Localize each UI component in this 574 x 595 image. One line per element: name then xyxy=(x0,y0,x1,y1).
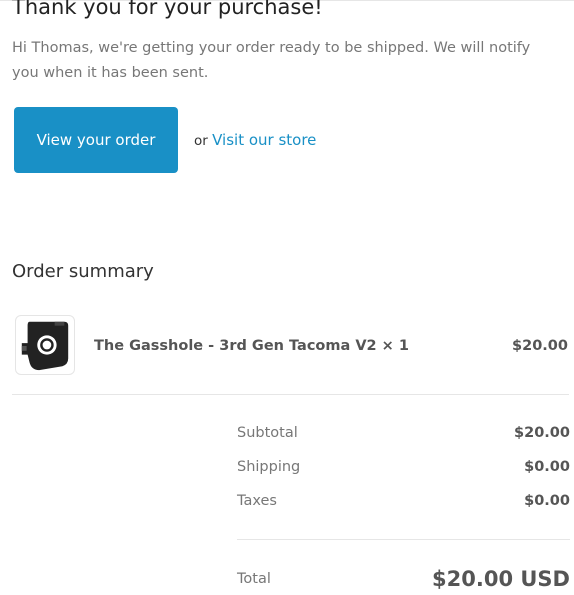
taxes-row: Taxes $0.00 xyxy=(237,490,570,512)
or-text: or xyxy=(194,133,208,149)
taxes-label: Taxes xyxy=(237,493,277,509)
totals-divider xyxy=(237,539,570,540)
subtotal-label: Subtotal xyxy=(237,425,298,441)
visit-store-link[interactable]: Visit our store xyxy=(212,131,316,149)
total-row: Total $20.00 USD xyxy=(237,563,570,595)
items-divider xyxy=(12,394,569,395)
shipping-label: Shipping xyxy=(237,459,301,475)
shipping-value: $0.00 xyxy=(524,459,570,475)
view-order-button[interactable]: View your order xyxy=(14,107,178,173)
subtotal-row: Subtotal $20.00 xyxy=(237,422,570,444)
page-title: Thank you for your purchase! xyxy=(12,0,323,19)
order-summary-heading: Order summary xyxy=(12,261,154,282)
store-link-group: or Visit our store xyxy=(194,128,316,153)
total-value: $20.00 USD xyxy=(432,567,570,591)
product-name: The Gasshole - 3rd Gen Tacoma V2 × 1 xyxy=(94,338,409,354)
subtotal-value: $20.00 xyxy=(514,425,570,441)
fuel-door-part-icon xyxy=(21,321,69,371)
product-thumbnail xyxy=(15,315,75,375)
taxes-value: $0.00 xyxy=(524,493,570,509)
total-label: Total xyxy=(237,571,271,587)
product-price: $20.00 xyxy=(512,338,568,354)
shipping-row: Shipping $0.00 xyxy=(237,456,570,478)
order-message: Hi Thomas, we're getting your order read… xyxy=(12,40,531,81)
